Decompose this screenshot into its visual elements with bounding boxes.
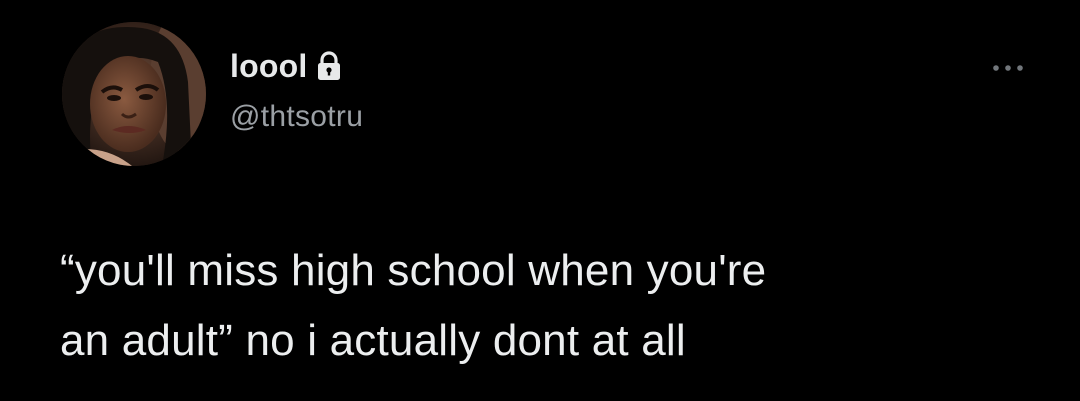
- avatar[interactable]: [62, 22, 206, 166]
- tweet-text: “you'll miss high school when you're an …: [60, 236, 1040, 376]
- lock-icon: [317, 51, 341, 81]
- tweet-header: loool @thtsotru: [230, 46, 363, 134]
- display-name[interactable]: loool: [230, 48, 307, 85]
- tweet-card: loool @thtsotru “you'll miss high school…: [0, 0, 1080, 401]
- user-handle[interactable]: @thtsotru: [230, 100, 363, 134]
- more-horizontal-icon[interactable]: [988, 58, 1028, 78]
- name-row: loool: [230, 46, 363, 86]
- avatar-image: [62, 22, 206, 166]
- tweet-text-line-2: an adult” no i actually dont at all: [60, 316, 686, 365]
- tweet-text-line-1: “you'll miss high school when you're: [60, 246, 767, 295]
